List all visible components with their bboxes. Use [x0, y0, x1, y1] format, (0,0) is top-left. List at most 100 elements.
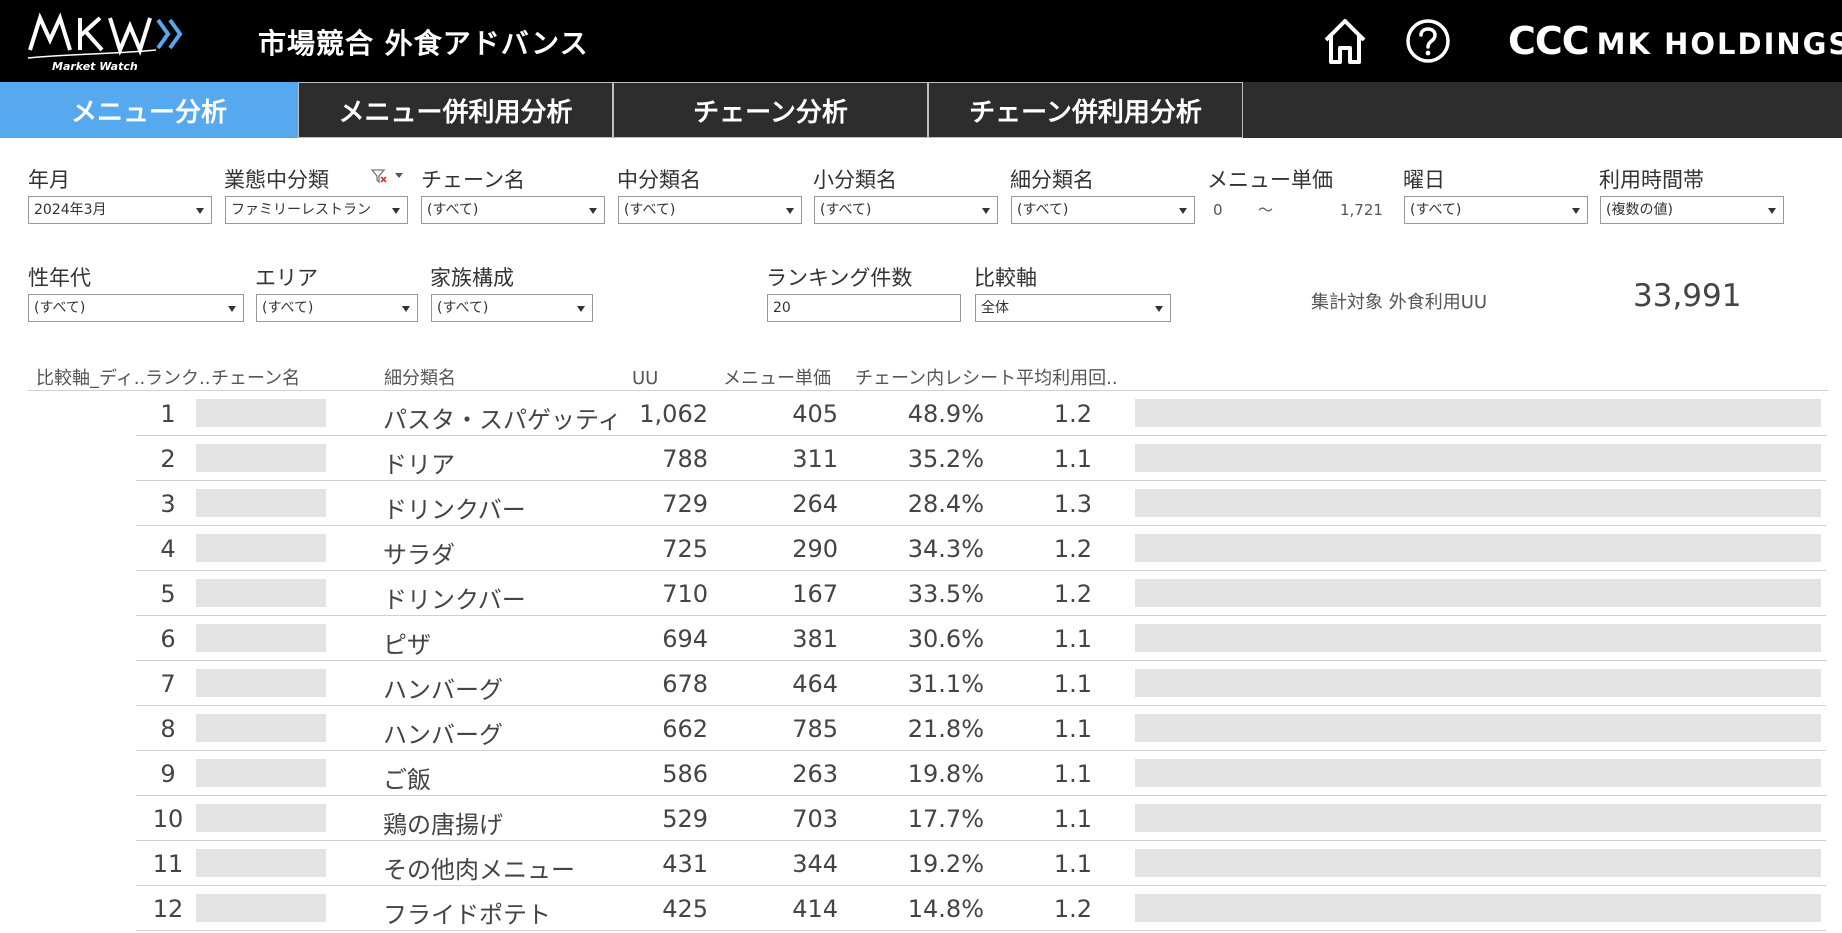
chain-name-redacted: [196, 579, 326, 607]
table-row[interactable]: 6 ピザ 694 381 30.6% 1.1: [0, 616, 1842, 661]
avg-use-cell: 1.2: [1053, 400, 1092, 428]
chain-name-redacted: [196, 894, 326, 922]
col-header-detail-category[interactable]: 細分類名: [384, 364, 456, 390]
uu-cell: 431: [662, 850, 708, 878]
avg-use-cell: 1.1: [1053, 670, 1092, 698]
compare-axis-value: 全体: [981, 300, 1009, 316]
uu-cell: 729: [662, 490, 708, 518]
area-select[interactable]: (すべて): [256, 294, 418, 322]
chevron-down-icon: [1179, 208, 1187, 214]
menu-price-cell: 703: [792, 805, 838, 833]
family-select[interactable]: (すべて): [431, 294, 593, 322]
table-row[interactable]: 5 ドリンクバー 710 167 33.5% 1.2: [0, 571, 1842, 616]
receipt-share-cell: 31.1%: [907, 670, 984, 698]
receipt-share-cell: 21.8%: [907, 715, 984, 743]
ranking-count-input[interactable]: 20: [767, 294, 961, 322]
chain-name-redacted: [196, 489, 326, 517]
gender-age-select[interactable]: (すべて): [28, 294, 244, 322]
chain-name-redacted: [196, 669, 326, 697]
uu-cell: 425: [662, 895, 708, 923]
table-row[interactable]: 1 パスタ・スパゲッティ 1,062 405 48.9% 1.2: [0, 391, 1842, 436]
business-mid-value: ファミリーレストラン: [231, 202, 371, 218]
rank-cell: 5: [160, 580, 176, 608]
menu-price-cell: 167: [792, 580, 838, 608]
small-category-select[interactable]: (すべて): [814, 196, 998, 224]
redacted-bar: [1135, 804, 1821, 832]
table-row[interactable]: 9 ご飯 586 263 19.8% 1.1: [0, 751, 1842, 796]
tab-chain-analysis[interactable]: チェーン分析: [613, 82, 928, 138]
col-header-menu-price[interactable]: メニュー単価: [723, 364, 831, 390]
tab-menu-co-use-analysis[interactable]: メニュー併利用分析: [298, 82, 613, 138]
redacted-bar: [1135, 759, 1821, 787]
table-row[interactable]: 10 鶏の唐揚げ 529 703 17.7% 1.1: [0, 796, 1842, 841]
uu-cell: 710: [662, 580, 708, 608]
col-header-uu[interactable]: UU: [632, 368, 658, 389]
chain-name-redacted: [196, 399, 326, 427]
kpi-label: 集計対象 外食利用UU: [1311, 292, 1488, 313]
menu-price-min[interactable]: 0: [1213, 201, 1223, 219]
receipt-share-cell: 33.5%: [907, 580, 984, 608]
table-row[interactable]: 8 ハンバーグ 662 785 21.8% 1.1: [0, 706, 1842, 751]
rank-cell: 1: [160, 400, 176, 428]
rank-cell: 11: [152, 850, 184, 878]
mid-category-select[interactable]: (すべて): [618, 196, 802, 224]
chain-name-redacted: [196, 849, 326, 877]
table-row[interactable]: 4 サラダ 725 290 34.3% 1.2: [0, 526, 1842, 571]
brand-logo: CCC MK HOLDINGS: [1508, 19, 1842, 63]
tab-chain-co-use-analysis[interactable]: チェーン併利用分析: [928, 82, 1243, 138]
table-row[interactable]: 7 ハンバーグ 678 464 31.1% 1.1: [0, 661, 1842, 706]
detail-category-cell: ハンバーグ: [383, 676, 503, 704]
weekday-value: (すべて): [1410, 202, 1462, 218]
clear-filter-icon[interactable]: [370, 168, 406, 184]
table-row[interactable]: 2 ドリア 788 311 35.2% 1.1: [0, 436, 1842, 481]
chevron-down-icon: [577, 306, 585, 312]
chevron-down-icon: [982, 208, 990, 214]
mkw-logo[interactable]: Market Watch: [26, 10, 196, 72]
chevron-down-icon: [1768, 208, 1776, 214]
avg-use-cell: 1.2: [1053, 535, 1092, 563]
avg-use-cell: 1.1: [1053, 625, 1092, 653]
time-band-select[interactable]: (複数の値): [1600, 196, 1784, 224]
time-band-value: (複数の値): [1606, 202, 1673, 218]
redacted-bar: [1135, 714, 1821, 742]
filter-label-detail-category: 細分類名: [1010, 168, 1094, 192]
detail-category-cell: その他肉メニュー: [383, 856, 575, 884]
uu-cell: 529: [662, 805, 708, 833]
menu-price-cell: 405: [792, 400, 838, 428]
col-header-receipt-avg[interactable]: チェーン内レシート平均利用回..: [855, 364, 1118, 390]
menu-price-cell: 264: [792, 490, 838, 518]
redacted-bar: [1135, 579, 1821, 607]
col-header-chain-name[interactable]: チェーン名: [211, 364, 300, 390]
receipt-share-cell: 14.8%: [907, 895, 984, 923]
table-row[interactable]: 12 フライドポテト 425 414 14.8% 1.2: [0, 886, 1842, 931]
business-mid-select[interactable]: ファミリーレストラン: [225, 196, 408, 224]
brand-ccc: CCC: [1508, 19, 1590, 63]
table-row[interactable]: 11 その他肉メニュー 431 344 19.2% 1.1: [0, 841, 1842, 886]
family-value: (すべて): [437, 300, 489, 316]
receipt-share-cell: 34.3%: [907, 535, 984, 563]
filter-label-area: エリア: [255, 266, 318, 290]
col-header-compare-axis[interactable]: 比較軸_ディ..: [36, 364, 145, 390]
uu-cell: 788: [662, 445, 708, 473]
chain-name-select[interactable]: (すべて): [421, 196, 605, 224]
uu-cell: 725: [662, 535, 708, 563]
home-icon[interactable]: [1320, 14, 1370, 68]
rank-cell: 8: [160, 715, 176, 743]
svg-text:Market Watch: Market Watch: [52, 60, 138, 72]
tab-menu-analysis[interactable]: メニュー分析: [0, 82, 298, 138]
chain-name-redacted: [196, 624, 326, 652]
detail-category-select[interactable]: (すべて): [1011, 196, 1195, 224]
col-header-rank[interactable]: ランク..: [145, 364, 210, 390]
help-icon[interactable]: [1403, 14, 1453, 68]
menu-price-cell: 344: [792, 850, 838, 878]
detail-category-cell: ドリンクバー: [383, 496, 526, 524]
chevron-down-icon: [402, 306, 410, 312]
weekday-select[interactable]: (すべて): [1404, 196, 1588, 224]
compare-axis-select[interactable]: 全体: [975, 294, 1171, 322]
chevron-down-icon: [228, 306, 236, 312]
chain-name-redacted: [196, 714, 326, 742]
avg-use-cell: 1.2: [1053, 895, 1092, 923]
year-month-select[interactable]: 2024年3月: [28, 196, 212, 224]
table-row[interactable]: 3 ドリンクバー 729 264 28.4% 1.3: [0, 481, 1842, 526]
menu-price-max[interactable]: 1,721: [1340, 201, 1383, 219]
